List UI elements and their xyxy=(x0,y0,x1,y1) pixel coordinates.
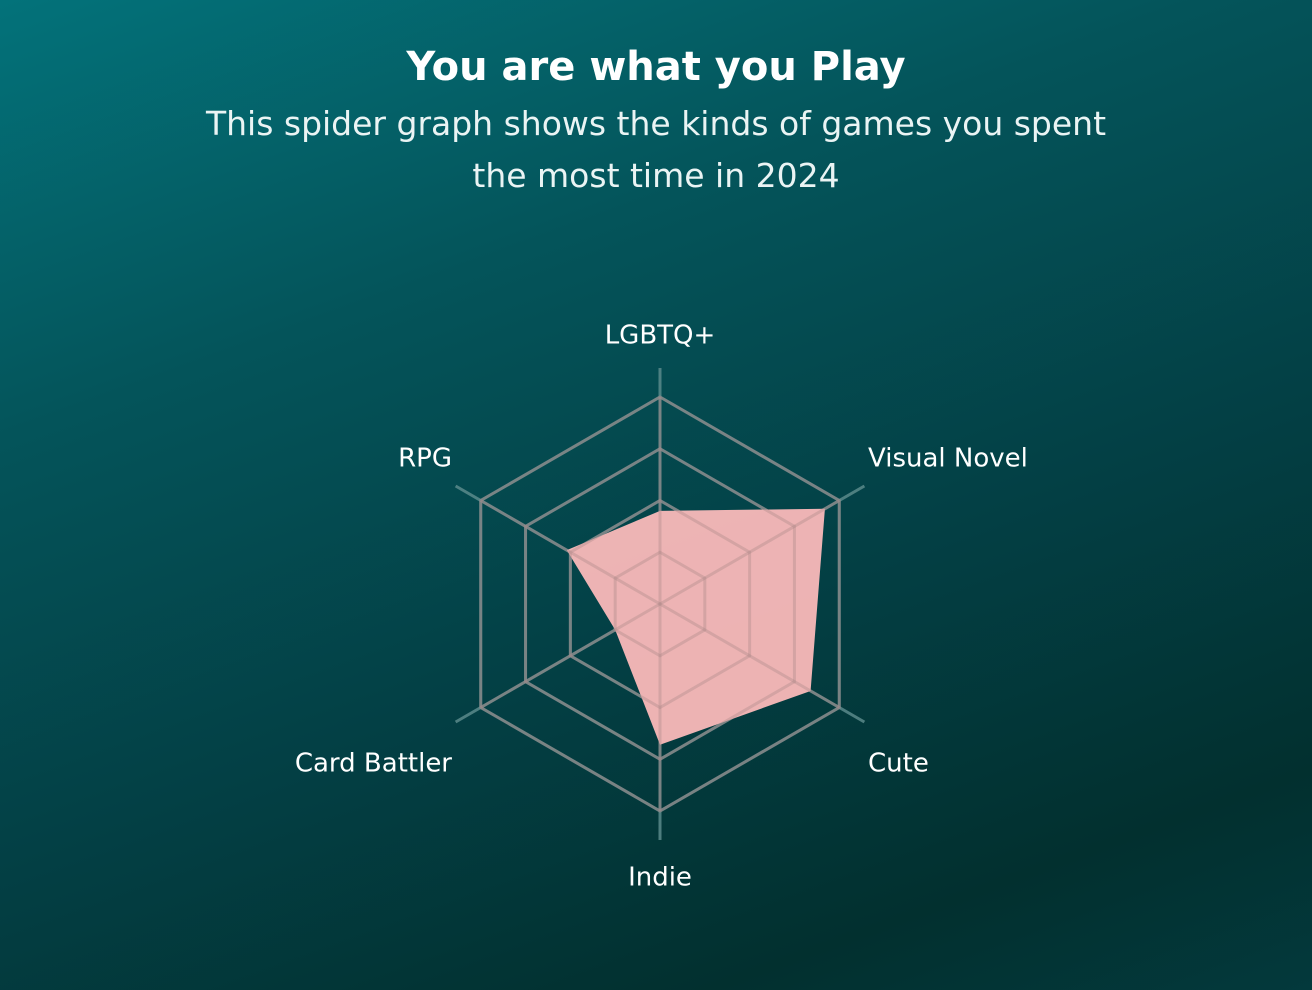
axis-label-card-battler: Card Battler xyxy=(295,749,452,779)
axis-label-rpg: RPG xyxy=(398,444,452,474)
radar-data xyxy=(479,395,841,813)
axis-label-cute: Cute xyxy=(868,749,929,779)
axis-label-lgbtq-: LGBTQ+ xyxy=(605,321,716,351)
axis-label-visual-novel: Visual Novel xyxy=(868,444,1028,474)
axis-label-indie: Indie xyxy=(628,863,692,893)
radar-chart: LGBTQ+ Visual Novel Cute Indie Card Battler R… xyxy=(295,321,1028,893)
series-area-0 xyxy=(566,508,825,745)
